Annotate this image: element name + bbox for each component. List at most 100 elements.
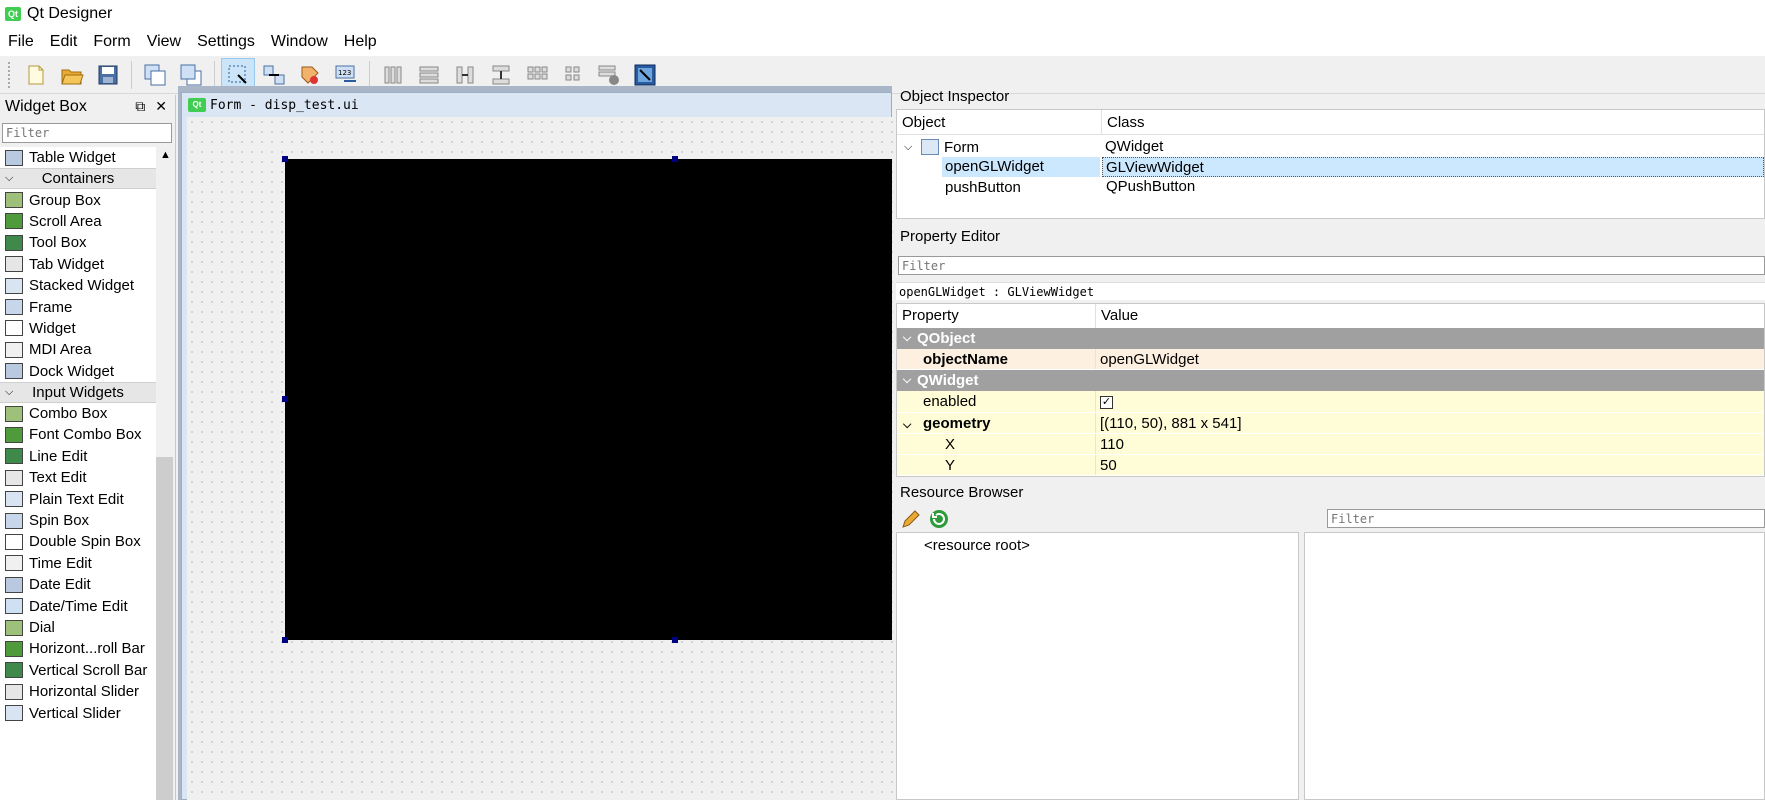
- expand-arrow-icon[interactable]: ⌵: [897, 370, 917, 391]
- edit-resources-icon[interactable]: [900, 508, 922, 534]
- property-filter-input[interactable]: [898, 256, 1765, 275]
- widget-item[interactable]: Date Edit: [0, 574, 156, 595]
- enabled-checkbox[interactable]: ✓: [1100, 395, 1113, 409]
- menu-view[interactable]: View: [139, 28, 189, 56]
- widget-item[interactable]: Vertical Scroll Bar: [0, 660, 156, 681]
- widget-item[interactable]: Dial: [0, 617, 156, 638]
- close-icon[interactable]: ✕: [155, 98, 167, 115]
- widget-item[interactable]: Group Box: [0, 189, 156, 210]
- prop-row-enabled[interactable]: enabled ✓: [897, 391, 1764, 413]
- menu-help[interactable]: Help: [336, 28, 385, 56]
- prop-row-x[interactable]: X 110: [897, 433, 1764, 456]
- widget-item[interactable]: Table Widget: [0, 147, 156, 168]
- widget-box-header: Widget Box ⧉ ✕: [0, 95, 175, 119]
- toolbar-grip[interactable]: [8, 61, 12, 88]
- resource-root-item[interactable]: <resource root>: [924, 537, 1030, 554]
- expand-arrow-icon[interactable]: ⌵: [904, 141, 916, 154]
- menu-settings[interactable]: Settings: [189, 28, 263, 56]
- menu-edit[interactable]: Edit: [42, 28, 86, 56]
- widget-item[interactable]: Horizont...roll Bar: [0, 638, 156, 659]
- widget-category[interactable]: ⌵ Containers: [0, 168, 156, 190]
- widget-item[interactable]: Frame: [0, 296, 156, 317]
- col-object-header[interactable]: Object: [897, 110, 1102, 134]
- widget-item[interactable]: Dock Widget: [0, 361, 156, 382]
- resize-handle[interactable]: [672, 156, 678, 162]
- resource-tree: <resource root>: [896, 532, 1299, 800]
- resize-handle[interactable]: [282, 396, 288, 402]
- widget-category[interactable]: ⌵ Input Widgets: [0, 381, 156, 403]
- prop-value[interactable]: 50: [1096, 455, 1764, 475]
- scrollbar-thumb[interactable]: [156, 164, 173, 457]
- resource-filter-input[interactable]: [1327, 509, 1765, 528]
- opengl-widget[interactable]: [285, 159, 892, 640]
- category-qwidget[interactable]: ⌵ QWidget: [897, 370, 1764, 392]
- category-label: QObject: [917, 330, 976, 347]
- widget-box-scrollbar[interactable]: ▲: [156, 147, 173, 800]
- widget-item[interactable]: Text Edit: [0, 467, 156, 488]
- widget-item[interactable]: Combo Box: [0, 403, 156, 424]
- scrollbar-track[interactable]: [156, 457, 173, 800]
- prop-row-objectname[interactable]: objectName openGLWidget: [897, 349, 1764, 371]
- widget-item[interactable]: Time Edit: [0, 553, 156, 574]
- scroll-up-icon[interactable]: ▲: [160, 149, 171, 161]
- resize-handle[interactable]: [672, 637, 678, 643]
- widget-item-label: Combo Box: [29, 405, 108, 423]
- widget-type-icon: [5, 405, 23, 422]
- col-property-header[interactable]: Property: [897, 304, 1096, 328]
- widget-item[interactable]: Vertical Slider: [0, 702, 156, 723]
- expand-arrow-icon[interactable]: ⌵: [897, 328, 917, 349]
- save-form-icon[interactable]: [91, 58, 125, 92]
- widget-item-label: Tab Widget: [29, 255, 105, 273]
- prop-row-y[interactable]: Y 50: [897, 455, 1764, 477]
- tree-row-openglwidget[interactable]: openGLWidget GLViewWidget: [897, 157, 1764, 177]
- col-class-header[interactable]: Class: [1102, 110, 1145, 134]
- widget-item[interactable]: MDI Area: [0, 339, 156, 360]
- prop-value[interactable]: 110: [1096, 434, 1764, 454]
- widget-item[interactable]: Stacked Widget: [0, 275, 156, 296]
- widget-item[interactable]: Spin Box: [0, 510, 156, 531]
- widget-item[interactable]: Tool Box: [0, 232, 156, 253]
- open-form-icon[interactable]: [55, 58, 89, 92]
- object-inspector-title: Object Inspector: [900, 88, 1010, 105]
- prop-value[interactable]: openGLWidget: [1096, 349, 1764, 369]
- expand-arrow-icon[interactable]: ⌵: [5, 386, 13, 399]
- widget-item[interactable]: Widget: [0, 318, 156, 339]
- widget-list: Table Widget ⌵ Containers Group Box Scroll A…: [0, 147, 156, 800]
- widget-box-filter-input[interactable]: [2, 123, 172, 143]
- expand-arrow-icon[interactable]: ⌵: [903, 415, 923, 436]
- widget-item-label: Date/Time Edit: [29, 597, 128, 615]
- widget-item-label: Double Spin Box: [29, 533, 141, 551]
- prop-value[interactable]: [(110, 50), 881 x 541]: [1096, 413, 1764, 433]
- send-to-back-icon[interactable]: [138, 58, 172, 92]
- widget-type-icon: [5, 426, 23, 443]
- resize-handle[interactable]: [282, 637, 288, 643]
- tree-row-form[interactable]: ⌵ Form QWidget: [897, 137, 1764, 157]
- prop-key: Y: [897, 455, 1096, 476]
- resize-handle[interactable]: [282, 156, 288, 162]
- float-icon[interactable]: ⧉: [135, 98, 145, 115]
- widget-type-icon: [5, 448, 23, 465]
- form-widget-icon: [921, 139, 939, 155]
- widget-item[interactable]: Tab Widget: [0, 254, 156, 275]
- expand-arrow-icon[interactable]: ⌵: [5, 172, 13, 185]
- widget-item[interactable]: Line Edit: [0, 446, 156, 467]
- menu-window[interactable]: Window: [263, 28, 336, 56]
- prop-row-geometry[interactable]: ⌵ geometry [(110, 50), 881 x 541]: [897, 412, 1764, 436]
- col-value-header[interactable]: Value: [1096, 304, 1138, 328]
- object-name: openGLWidget: [942, 157, 1100, 177]
- widget-item[interactable]: Horizontal Slider: [0, 681, 156, 702]
- widget-item[interactable]: Double Spin Box: [0, 531, 156, 552]
- widget-item[interactable]: Font Combo Box: [0, 424, 156, 445]
- menu-form[interactable]: Form: [85, 28, 138, 56]
- widget-item[interactable]: Scroll Area: [0, 211, 156, 232]
- widget-item[interactable]: Date/Time Edit: [0, 595, 156, 616]
- tree-row-pushbutton[interactable]: pushButton QPushButton: [897, 177, 1764, 197]
- window-title: Qt Designer: [27, 5, 113, 22]
- widget-item[interactable]: Plain Text Edit: [0, 488, 156, 509]
- form-window-titlebar[interactable]: Qt Form - disp_test.ui: [188, 96, 359, 114]
- toolbar-separator: [369, 60, 370, 89]
- reload-icon[interactable]: [928, 508, 950, 534]
- category-qobject[interactable]: ⌵ QObject: [897, 328, 1764, 349]
- menu-file[interactable]: File: [0, 28, 42, 56]
- new-form-icon[interactable]: [19, 58, 53, 92]
